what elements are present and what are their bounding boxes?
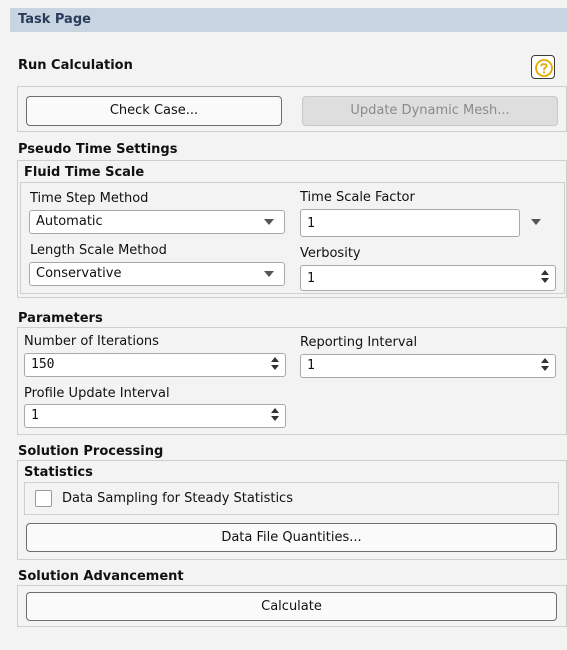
chevron-down-icon (264, 219, 274, 225)
profile-update-interval-label: Profile Update Interval (24, 386, 170, 401)
pseudo-time-settings-title: Pseudo Time Settings (18, 142, 178, 157)
reporting-interval-input[interactable]: 1 (300, 354, 556, 378)
parameters-title: Parameters (18, 311, 103, 326)
profile-update-interval-input[interactable]: 1 (24, 404, 286, 428)
chevron-down-icon (264, 271, 274, 277)
spinner-arrows-icon[interactable] (270, 408, 280, 421)
iterations-input[interactable]: 150 (24, 353, 286, 377)
solution-advancement-title: Solution Advancement (18, 569, 184, 584)
spinner-arrows-icon[interactable] (270, 357, 280, 370)
profile-update-interval-value: 1 (31, 408, 39, 423)
help-button[interactable] (531, 55, 555, 79)
calculate-button[interactable]: Calculate (26, 592, 557, 621)
fluid-time-scale-title: Fluid Time Scale (24, 165, 145, 180)
length-scale-method-dropdown[interactable]: Conservative (29, 262, 285, 286)
iterations-value: 150 (31, 357, 55, 372)
iterations-label: Number of Iterations (24, 334, 159, 349)
verbosity-label: Verbosity (300, 246, 361, 261)
verbosity-input[interactable]: 1 (300, 265, 556, 291)
reporting-interval-value: 1 (307, 358, 315, 373)
length-scale-method-label: Length Scale Method (30, 243, 167, 258)
time-step-method-value: Automatic (36, 214, 103, 229)
statistics-title: Statistics (24, 465, 93, 480)
spinner-arrows-icon[interactable] (540, 270, 550, 283)
length-scale-method-value: Conservative (36, 266, 122, 281)
time-scale-factor-label: Time Scale Factor (300, 190, 415, 205)
help-icon (535, 59, 553, 77)
update-dynamic-mesh-button[interactable]: Update Dynamic Mesh... (302, 96, 558, 126)
data-sampling-label: Data Sampling for Steady Statistics (62, 491, 293, 506)
check-case-button[interactable]: Check Case... (26, 96, 282, 126)
verbosity-value: 1 (307, 271, 315, 286)
time-step-method-label: Time Step Method (30, 191, 149, 206)
time-scale-factor-input[interactable]: 1 (300, 209, 520, 237)
run-calculation-title: Run Calculation (18, 58, 133, 73)
task-page-title: Task Page (10, 8, 567, 32)
data-file-quantities-button[interactable]: Data File Quantities... (26, 523, 557, 552)
spinner-arrows-icon[interactable] (540, 358, 550, 371)
time-scale-factor-dropdown-icon[interactable] (531, 219, 541, 225)
reporting-interval-label: Reporting Interval (300, 335, 418, 350)
time-step-method-dropdown[interactable]: Automatic (29, 210, 285, 234)
data-sampling-checkbox[interactable] (35, 490, 52, 507)
solution-processing-title: Solution Processing (18, 444, 164, 459)
